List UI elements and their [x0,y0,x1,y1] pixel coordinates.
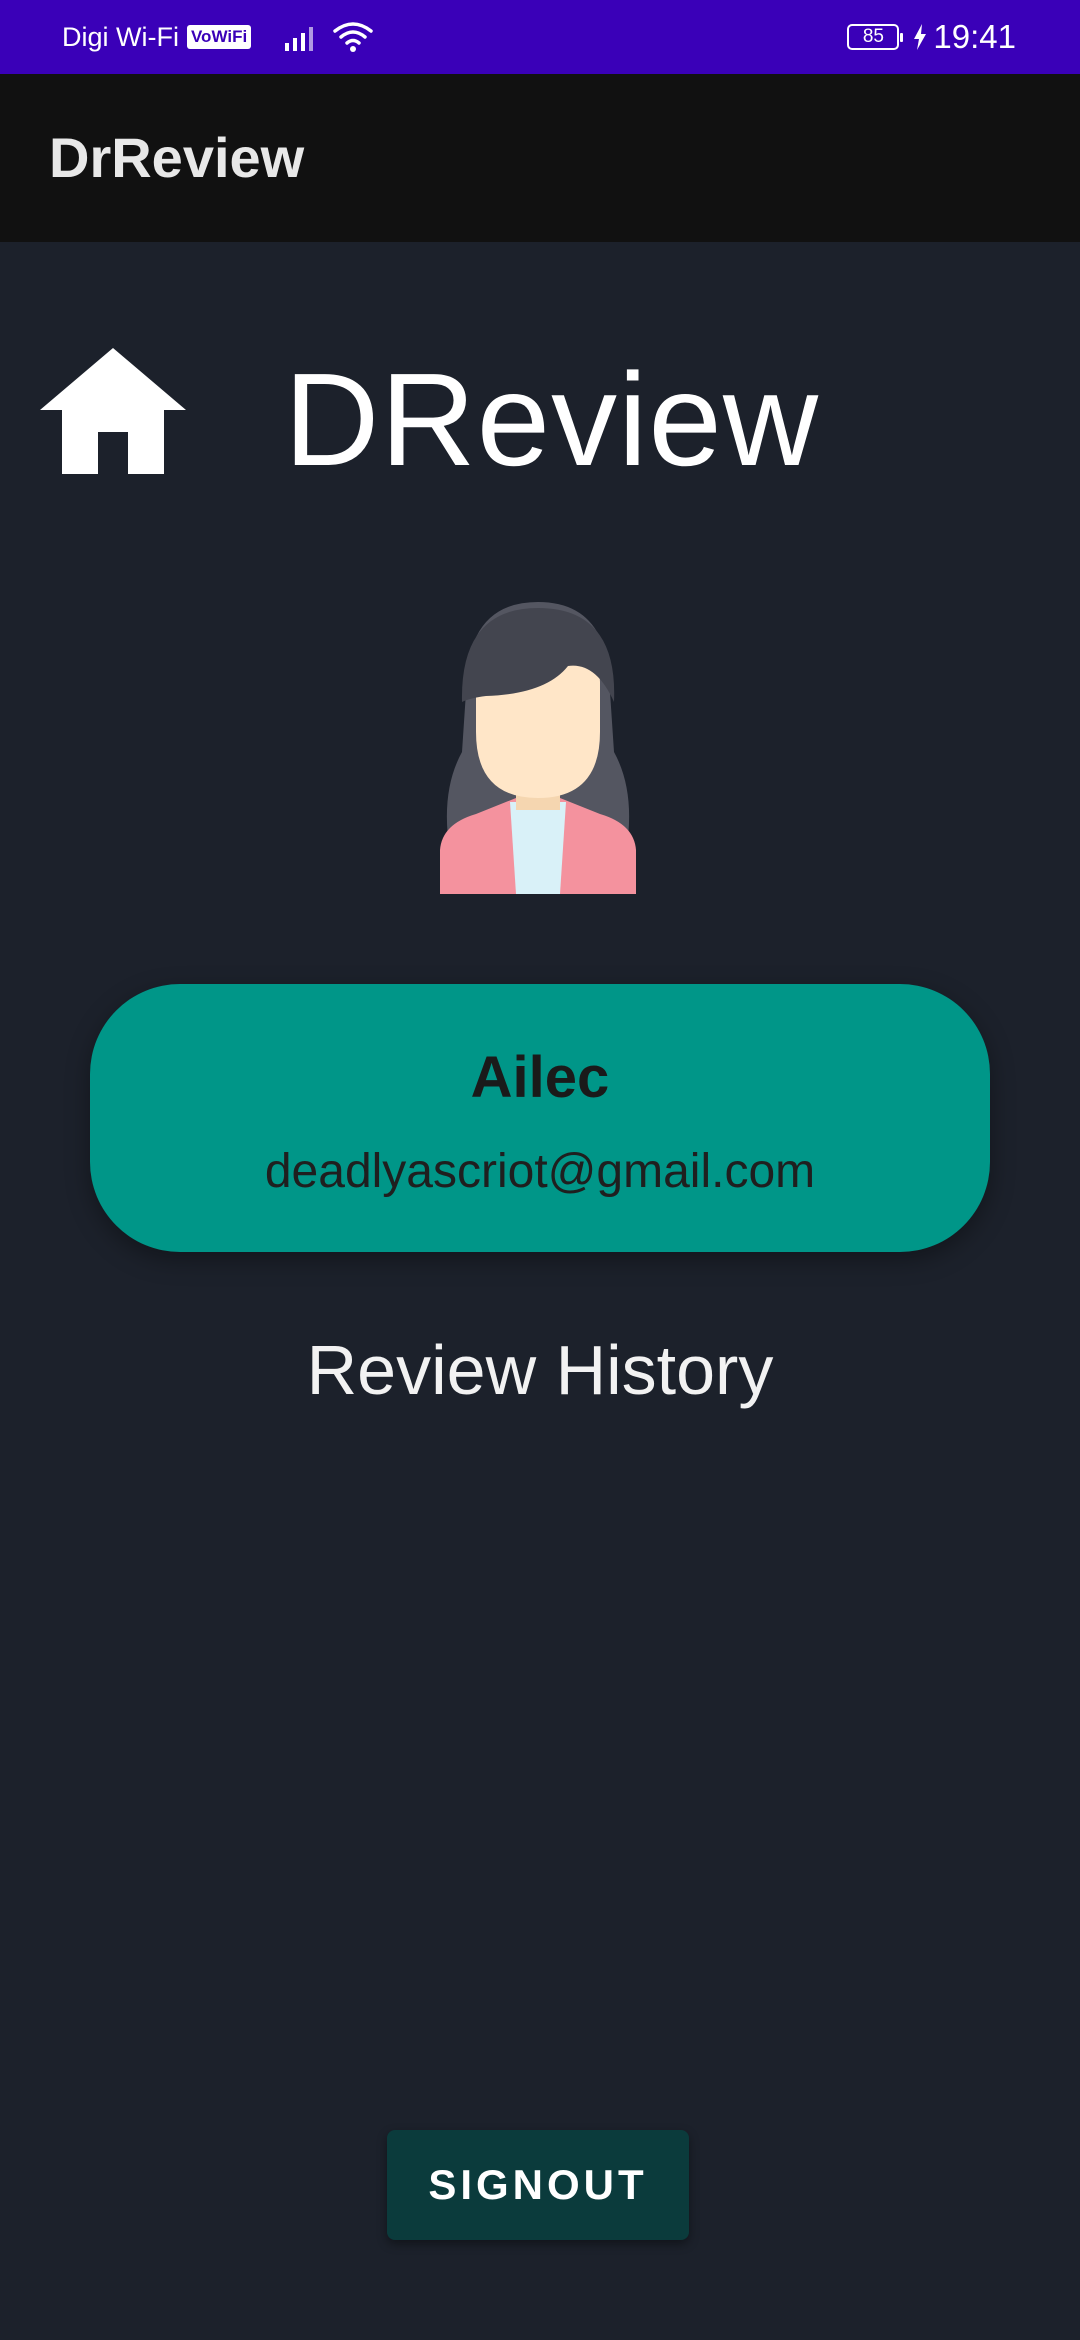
app-bar: DrReview [0,74,1080,242]
female-avatar-icon [440,602,636,894]
status-bar: Digi Wi-Fi VoWiFi 85 19:41 [0,0,1080,74]
app-bar-title: DrReview [49,126,305,189]
battery-icon: 85 [847,24,904,50]
clock: 19:41 [933,18,1016,55]
brand-title: DReview [284,346,820,493]
wifi-icon [333,22,373,52]
profile-card: Ailec deadlyascriot@gmail.com [90,984,990,1252]
battery-level: 85 [862,26,884,47]
review-history-title: Review History [306,1331,774,1409]
vowifi-badge: VoWiFi [186,25,252,49]
signout-button[interactable]: SIGNOUT [387,2130,689,2240]
profile-email: deadlyascriot@gmail.com [264,1145,816,1198]
status-bar-left: Digi Wi-Fi VoWiFi [62,0,373,74]
profile-name: Ailec [470,1045,610,1110]
profile-screen: Digi Wi-Fi VoWiFi 85 19:41 DrReview DRev… [0,0,1080,2340]
home-icon[interactable] [40,348,186,474]
status-bar-right: 85 19:41 [847,0,1016,74]
signal-icon [285,27,314,51]
charging-bolt-icon [914,24,927,50]
carrier-label: Digi Wi-Fi [62,21,179,52]
